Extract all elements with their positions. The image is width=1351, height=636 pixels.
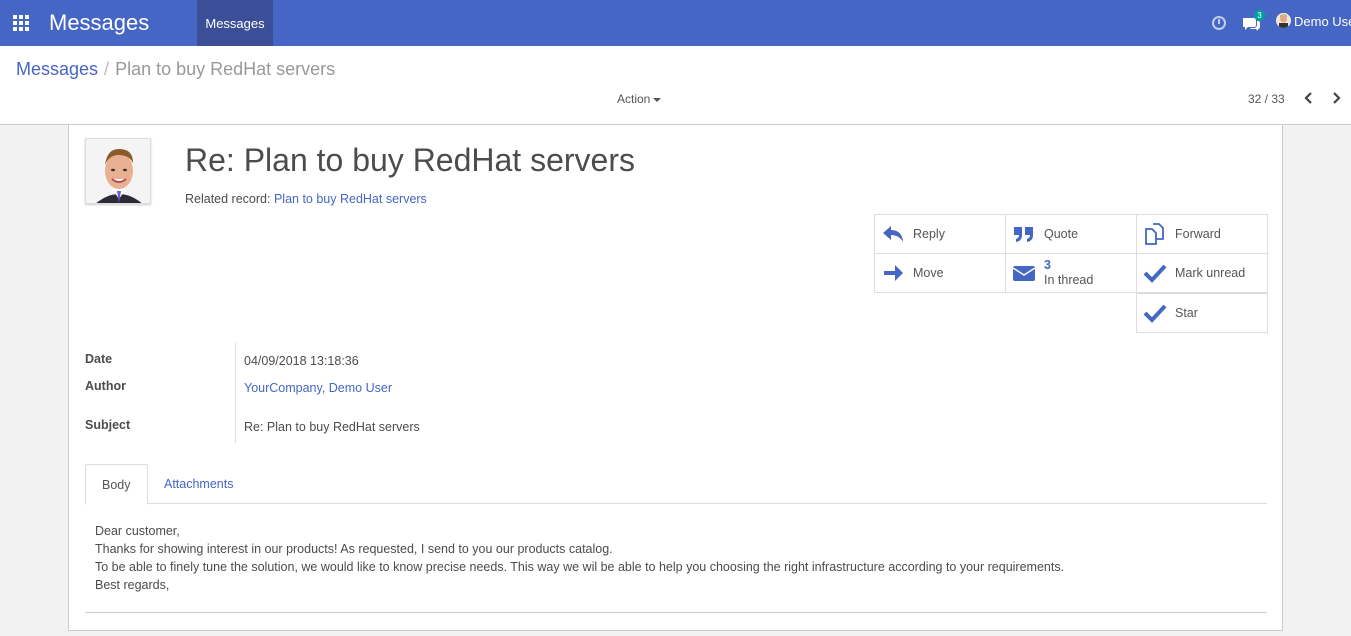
activity-clock-icon[interactable] bbox=[1212, 16, 1226, 30]
move-button[interactable]: Move bbox=[874, 253, 1006, 293]
subject-label: Subject bbox=[85, 418, 131, 432]
chat-count-badge: 3 bbox=[1254, 10, 1265, 21]
thread-count: 3 bbox=[1044, 258, 1051, 272]
related-record-link[interactable]: Plan to buy RedHat servers bbox=[274, 192, 427, 206]
control-panel: Messages / Plan to buy RedHat servers Acti… bbox=[0, 46, 1351, 125]
tab-attachments[interactable]: Attachments bbox=[148, 464, 249, 504]
arrow-right-icon bbox=[884, 265, 903, 281]
message-title: Re: Plan to buy RedHat servers bbox=[185, 142, 635, 178]
field-divider bbox=[235, 343, 236, 443]
form-sheet: Re: Plan to buy RedHat servers Related r… bbox=[68, 125, 1283, 631]
date-label: Date bbox=[85, 352, 113, 366]
breadcrumb: Messages / Plan to buy RedHat servers bbox=[16, 59, 335, 80]
action-label: Action bbox=[617, 92, 651, 106]
menu-item-messages[interactable]: Messages bbox=[197, 0, 273, 46]
quote-label: Quote bbox=[1044, 226, 1079, 241]
user-avatar[interactable] bbox=[1276, 13, 1291, 28]
body-line: Dear customer, bbox=[95, 524, 180, 538]
apps-grid-icon[interactable] bbox=[13, 15, 31, 31]
breadcrumb-separator: / bbox=[104, 59, 110, 79]
envelope-icon bbox=[1012, 266, 1036, 281]
date-value: 04/09/2018 13:18:36 bbox=[244, 354, 359, 368]
user-menu-name[interactable]: Demo User bbox=[1294, 14, 1351, 29]
author-link[interactable]: YourCompany, Demo User bbox=[244, 381, 392, 395]
body-line: To be able to finely tune the solution, … bbox=[95, 560, 1065, 574]
top-navbar: Messages Messages 3 Demo User bbox=[0, 0, 1351, 46]
mark-unread-label: Mark unread bbox=[1175, 265, 1246, 280]
thread-label: In thread bbox=[1044, 273, 1094, 287]
breadcrumb-messages-link[interactable]: Messages bbox=[16, 59, 98, 79]
reply-icon bbox=[883, 226, 903, 242]
notebook-tabs: Body Attachments bbox=[85, 464, 1267, 505]
subject-value: Re: Plan to buy RedHat servers bbox=[244, 420, 420, 434]
app-title: Messages bbox=[49, 10, 150, 35]
quote-icon bbox=[1014, 227, 1033, 242]
quote-button[interactable]: Quote bbox=[1005, 214, 1137, 254]
check-icon bbox=[1143, 264, 1167, 283]
smart-button-box: Reply Quote Forward Move 3 In thread Mar… bbox=[874, 214, 1268, 334]
star-label: Star bbox=[1175, 305, 1198, 320]
breadcrumb-current: Plan to buy RedHat servers bbox=[115, 59, 336, 79]
caret-down-icon bbox=[653, 97, 662, 102]
chevron-left-icon[interactable] bbox=[1302, 91, 1316, 105]
reply-button[interactable]: Reply bbox=[874, 214, 1006, 254]
related-record: Related record: Plan to buy RedHat serve… bbox=[185, 192, 427, 206]
message-body: Dear customer, Thanks for showing intere… bbox=[95, 522, 1064, 594]
thread-stat: 3 In thread bbox=[1044, 258, 1093, 288]
reply-label: Reply bbox=[913, 226, 945, 241]
thread-button[interactable]: 3 In thread bbox=[1005, 253, 1137, 293]
action-dropdown[interactable]: Action bbox=[617, 92, 662, 106]
forward-label: Forward bbox=[1175, 226, 1221, 241]
related-record-label: Related record: bbox=[185, 192, 271, 206]
check-icon bbox=[1143, 304, 1167, 323]
body-line: Best regards, bbox=[95, 578, 170, 592]
chevron-right-icon[interactable] bbox=[1329, 91, 1343, 105]
tab-body[interactable]: Body bbox=[85, 464, 148, 505]
mark-unread-button[interactable]: Mark unread bbox=[1136, 253, 1268, 293]
star-button[interactable]: Star bbox=[1136, 293, 1268, 333]
forward-button[interactable]: Forward bbox=[1136, 214, 1268, 254]
author-avatar bbox=[85, 138, 151, 204]
pager-value[interactable]: 32 / 33 bbox=[1248, 92, 1285, 106]
body-divider bbox=[85, 612, 1267, 613]
body-line: Thanks for showing interest in our produ… bbox=[95, 542, 613, 556]
move-label: Move bbox=[913, 265, 944, 280]
author-label: Author bbox=[85, 379, 126, 393]
copy-forward-icon bbox=[1145, 223, 1164, 245]
